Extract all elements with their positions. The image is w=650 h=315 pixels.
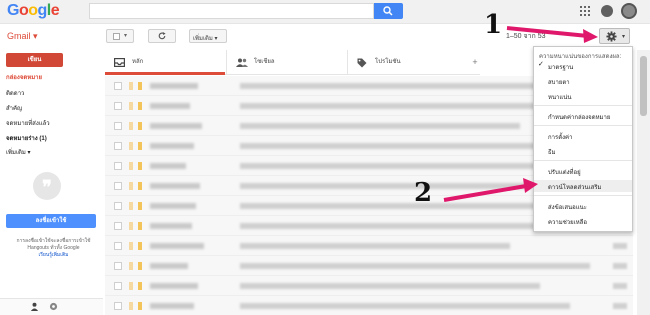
arrow-1-icon <box>506 26 598 43</box>
annotation-arrows <box>443 26 598 202</box>
arrow-2-icon <box>443 178 538 202</box>
